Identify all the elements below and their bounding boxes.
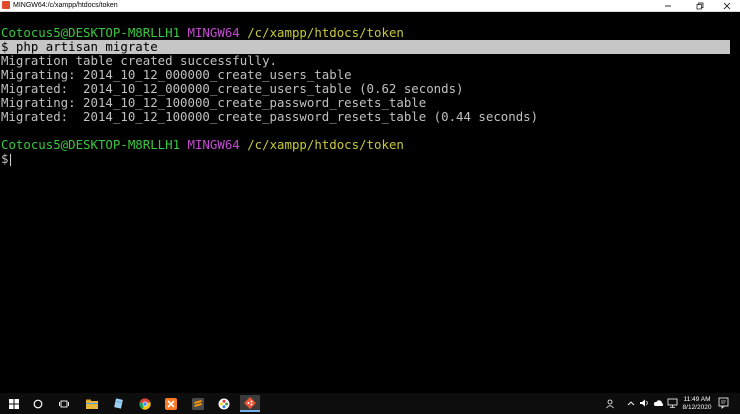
- clock-time: 11:49 AM: [683, 396, 711, 403]
- cloud-icon[interactable]: [653, 398, 664, 408]
- input-line[interactable]: $: [1, 151, 12, 166]
- output-line: Migrating: 2014_10_12_100000_create_pass…: [1, 95, 427, 110]
- output-line: Migrated: 2014_10_12_000000_create_users…: [1, 81, 464, 96]
- chevron-up-icon[interactable]: [627, 400, 635, 406]
- prompt-line: Cotocus5@DESKTOP-M8RLLH1 MINGW64 /c/xamp…: [1, 26, 404, 40]
- prompt-path: /c/xampp/htdocs/token: [247, 25, 404, 40]
- output-line: Migrating: 2014_10_12_000000_create_user…: [1, 67, 352, 82]
- windows-start-button[interactable]: [4, 395, 24, 412]
- people-icon[interactable]: [606, 399, 616, 409]
- prompt-line: Cotocus5@DESKTOP-M8RLLH1 MINGW64 /c/xamp…: [1, 138, 404, 152]
- color-picker-button[interactable]: [214, 395, 234, 412]
- prompt-system: MINGW64: [187, 137, 240, 152]
- prompt-system: MINGW64: [187, 25, 240, 40]
- minimize-icon: [665, 5, 671, 6]
- git-bash-button[interactable]: [240, 395, 260, 412]
- windows-start-icon: [9, 398, 19, 409]
- restore-icon: [696, 2, 704, 9]
- notepad-icon: [113, 398, 123, 409]
- network-icon[interactable]: [667, 398, 678, 408]
- window-titlebar: MINGW64:/c/xampp/htdocs/token: [0, 0, 740, 12]
- mingw-icon: [2, 1, 10, 9]
- search-button[interactable]: [28, 395, 48, 412]
- xampp-icon: [165, 397, 177, 410]
- task-view-icon: [58, 400, 69, 407]
- chrome-button[interactable]: [135, 395, 155, 412]
- file-explorer-button[interactable]: [82, 395, 102, 412]
- xampp-button[interactable]: [161, 395, 181, 412]
- prompt-user: Cotocus5@DESKTOP-M8RLLH1: [1, 137, 181, 152]
- notification-icon[interactable]: [718, 397, 729, 409]
- clock-date: 8/12/2020: [682, 404, 712, 411]
- output-line: Migrated: 2014_10_12_100000_create_passw…: [1, 109, 539, 124]
- prompt-path: /c/xampp/htdocs/token: [247, 137, 404, 152]
- text-cursor: [10, 153, 12, 166]
- search-circle-icon: [33, 399, 43, 408]
- input-prompt: $: [1, 151, 9, 166]
- clock[interactable]: 11:49 AM 8/12/2020: [680, 396, 714, 412]
- volume-icon[interactable]: [639, 398, 650, 408]
- close-icon: [723, 2, 731, 9]
- sublime-text-icon: [192, 397, 204, 410]
- minimize-button[interactable]: [655, 0, 681, 11]
- chrome-icon: [139, 397, 151, 410]
- sublime-text-button[interactable]: [188, 395, 208, 412]
- prompt-user: Cotocus5@DESKTOP-M8RLLH1: [1, 25, 181, 40]
- terminal-window[interactable]: Cotocus5@DESKTOP-M8RLLH1 MINGW64 /c/xamp…: [0, 12, 740, 393]
- git-bash-icon: [244, 396, 256, 409]
- window-title: MINGW64:/c/xampp/htdocs/token: [13, 2, 118, 9]
- close-button[interactable]: [714, 0, 740, 11]
- notepad-button[interactable]: [108, 395, 128, 412]
- terminal-scrollbar[interactable]: [730, 12, 740, 393]
- task-view-button[interactable]: [54, 395, 74, 412]
- output-line: Migration table created successfully.: [1, 53, 278, 68]
- taskbar: 11:49 AM 8/12/2020: [0, 393, 740, 414]
- command-line-highlighted[interactable]: $ php artisan migrate: [0, 40, 730, 54]
- restore-button[interactable]: [687, 0, 713, 11]
- file-explorer-icon: [86, 399, 98, 409]
- color-picker-icon: [218, 398, 230, 409]
